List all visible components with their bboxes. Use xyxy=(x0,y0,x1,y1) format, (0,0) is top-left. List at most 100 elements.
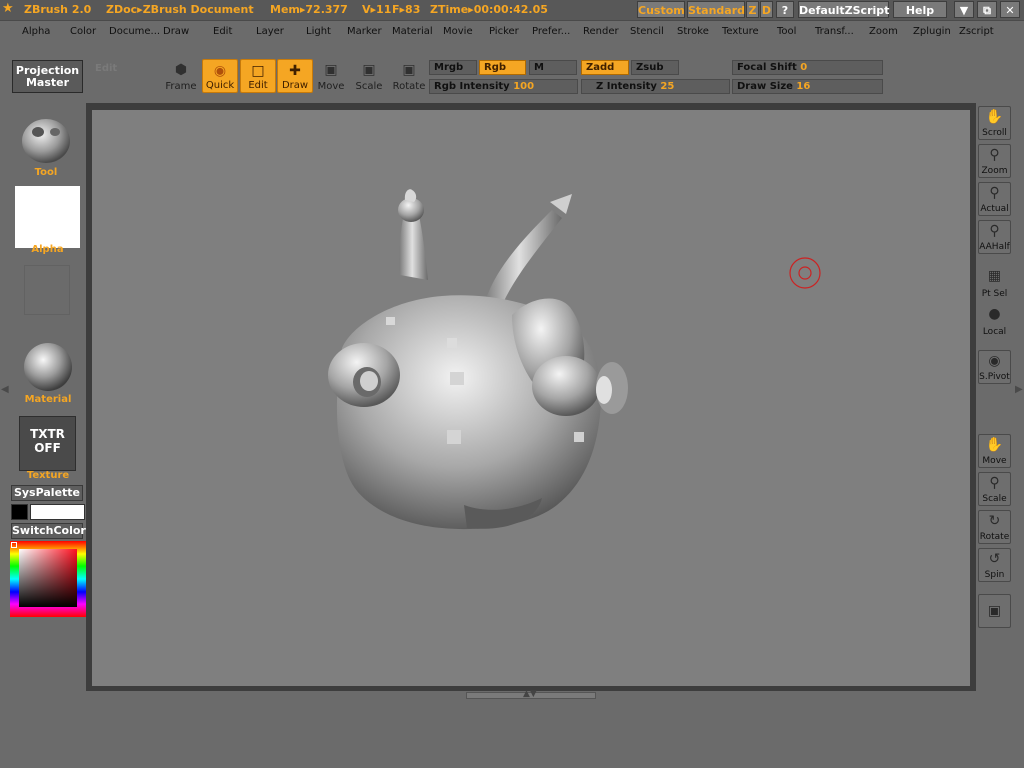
focal-shift-slider[interactable]: Focal Shift 0 xyxy=(732,60,883,75)
rgb-intensity-value: 100 xyxy=(513,81,535,92)
material-label[interactable]: Material xyxy=(14,394,82,405)
move-hand-icon: ✋ xyxy=(985,437,1004,453)
menu-transform[interactable]: Transf... xyxy=(815,21,854,43)
help-question-button[interactable]: ? xyxy=(776,1,794,18)
color-picker[interactable] xyxy=(10,541,86,617)
menu-draw[interactable]: Draw xyxy=(163,21,189,43)
menu-zplugin[interactable]: Zplugin xyxy=(913,21,951,43)
minimize-button[interactable]: ▼ xyxy=(954,1,974,18)
primary-color-swatch[interactable] xyxy=(30,504,85,520)
texture-off-button[interactable]: TXTR OFF xyxy=(19,416,76,471)
menu-zoom[interactable]: Zoom xyxy=(869,21,898,43)
scroll-button[interactable]: ✋ Scroll xyxy=(978,106,1011,140)
menu-edit[interactable]: Edit xyxy=(213,21,232,43)
z-intensity-slider[interactable]: Z Intensity 25 xyxy=(581,79,730,94)
zscript-button[interactable]: DefaultZScript xyxy=(798,1,889,18)
color-picker-marker[interactable] xyxy=(11,542,17,548)
close-icon: ✕ xyxy=(1005,4,1015,17)
move-label: Move xyxy=(317,81,345,92)
menu-texture[interactable]: Texture xyxy=(722,21,759,43)
scale-label: Scale xyxy=(355,81,383,92)
custom-button[interactable]: Custom xyxy=(637,1,685,18)
edit-button[interactable]: □ Edit xyxy=(240,59,276,93)
sculpt-model[interactable] xyxy=(92,110,970,686)
help-button[interactable]: Help xyxy=(893,1,947,18)
draw-label: Draw xyxy=(281,80,309,91)
zadd-button[interactable]: Zadd xyxy=(581,60,629,75)
alpha-thumbnail[interactable] xyxy=(15,186,80,248)
move-button[interactable]: ▣ Move xyxy=(313,59,349,93)
quick-sphere-icon: ◉ xyxy=(213,63,227,79)
draw-button[interactable]: ✚ Draw xyxy=(277,59,313,93)
tool-thumbnail[interactable] xyxy=(18,112,74,166)
document-title[interactable]: ZDoc▸ZBrush Document xyxy=(106,3,254,16)
close-button[interactable]: ✕ xyxy=(1000,1,1020,18)
color-picker-field[interactable] xyxy=(19,549,77,607)
local-button[interactable]: ● Local xyxy=(978,304,1011,338)
m-button[interactable]: M xyxy=(529,60,577,75)
tool-sphere-icon xyxy=(22,119,70,163)
menu-tool[interactable]: Tool xyxy=(777,21,796,43)
frame-cube-icon: ⬢ xyxy=(174,62,188,78)
menu-layer[interactable]: Layer xyxy=(256,21,284,43)
menu-light[interactable]: Light xyxy=(306,21,331,43)
draw-size-slider[interactable]: Draw Size 16 xyxy=(732,79,883,94)
d-button[interactable]: D xyxy=(760,1,773,18)
document-canvas[interactable] xyxy=(92,110,970,686)
menu-stroke[interactable]: Stroke xyxy=(677,21,709,43)
s-pivot-button[interactable]: ◉ S.Pivot xyxy=(978,350,1011,384)
zsub-button[interactable]: Zsub xyxy=(631,60,679,75)
quick-button[interactable]: ◉ Quick xyxy=(202,59,238,93)
spin-button[interactable]: ↺ Spin xyxy=(978,548,1011,582)
menu-movie[interactable]: Movie xyxy=(443,21,473,43)
rotate-icon: ↻ xyxy=(988,513,1001,529)
texture-label[interactable]: Texture xyxy=(14,470,82,481)
scale-button[interactable]: ▣ Scale xyxy=(351,59,387,93)
restore-button[interactable]: ⧉ xyxy=(977,1,997,18)
bottom-tray-handle[interactable]: ▲▼ xyxy=(466,689,596,699)
menu-render[interactable]: Render xyxy=(583,21,619,43)
actual-label: Actual xyxy=(980,204,1009,214)
scale-magnifier-icon: ⚲ xyxy=(989,475,1000,491)
rotate-view-button[interactable]: ↻ Rotate xyxy=(978,510,1011,544)
bottom-tray-arrow-icon[interactable]: ▲▼ xyxy=(523,689,537,699)
menu-alpha[interactable]: Alpha xyxy=(22,21,50,43)
zoom-button[interactable]: ⚲ Zoom xyxy=(978,144,1011,178)
scale-view-button[interactable]: ⚲ Scale xyxy=(978,472,1011,506)
alpha-label[interactable]: Alpha xyxy=(15,244,80,255)
projection-master-button[interactable]: Projection Master xyxy=(12,60,83,93)
menu-picker[interactable]: Picker xyxy=(489,21,519,43)
menu-zscript[interactable]: Zscript xyxy=(959,21,994,43)
left-tray-arrow-icon[interactable]: ◀ xyxy=(1,384,9,395)
actual-button[interactable]: ⚲ Actual xyxy=(978,182,1011,216)
camera-icon: ▣ xyxy=(987,603,1002,619)
rgb-intensity-slider[interactable]: Rgb Intensity 100 xyxy=(429,79,578,94)
vertex-readout: V▸11 xyxy=(362,3,392,16)
right-tray-arrow-icon[interactable]: ▶ xyxy=(1015,384,1023,395)
move-view-button[interactable]: ✋ Move xyxy=(978,434,1011,468)
syspalette-button[interactable]: SysPalette xyxy=(11,485,83,501)
menu-stencil[interactable]: Stencil xyxy=(630,21,664,43)
switchcolor-button[interactable]: SwitchColor xyxy=(11,523,86,539)
rotate-button[interactable]: ▣ Rotate xyxy=(391,59,427,93)
rgb-button[interactable]: Rgb xyxy=(479,60,526,75)
mrgb-button[interactable]: Mrgb xyxy=(429,60,477,75)
z-button[interactable]: Z xyxy=(746,1,759,18)
menu-preferences[interactable]: Prefer... xyxy=(532,21,570,43)
s-pivot-label: S.Pivot xyxy=(979,372,1010,382)
zbrush-logo-icon: ★ xyxy=(2,1,14,16)
frame-button[interactable]: ⬢ Frame xyxy=(163,59,199,93)
disabled-edit-label: Edit xyxy=(95,63,118,74)
tool-label[interactable]: Tool xyxy=(18,167,74,178)
aahalf-button[interactable]: ⚲ AAHalf xyxy=(978,220,1011,254)
snapshot-button[interactable]: ▣ xyxy=(978,594,1011,628)
standard-button[interactable]: Standard xyxy=(687,1,745,18)
menu-material[interactable]: Material xyxy=(392,21,433,43)
material-thumbnail[interactable] xyxy=(23,342,73,392)
pt-sel-button[interactable]: ▦ Pt Sel xyxy=(978,266,1011,300)
menu-document[interactable]: Docume... xyxy=(109,21,160,43)
draw-crosshair-icon: ✚ xyxy=(289,63,301,79)
menu-color[interactable]: Color xyxy=(70,21,96,43)
secondary-color-swatch[interactable] xyxy=(11,504,28,520)
menu-marker[interactable]: Marker xyxy=(347,21,382,43)
